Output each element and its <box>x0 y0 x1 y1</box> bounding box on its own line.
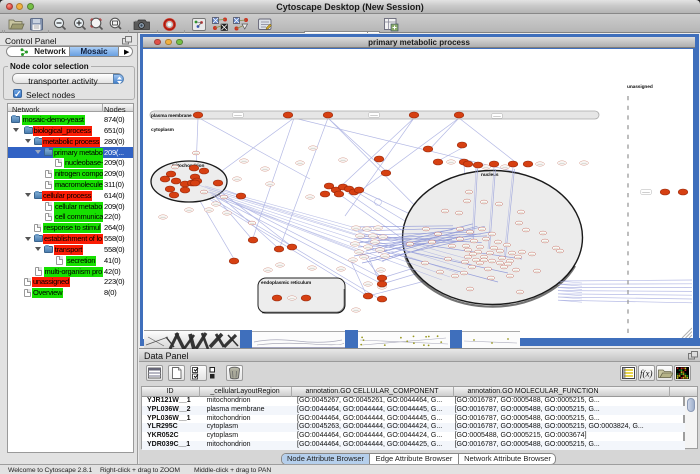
svg-text:plasma membrane: plasma membrane <box>151 113 192 119</box>
svg-text:nucleus: nucleus <box>481 172 499 178</box>
svg-text:endoplasmic reticulum: endoplasmic reticulum <box>261 280 311 286</box>
svg-text:f(x): f(x) <box>640 369 653 379</box>
svg-text:cytoplasm: cytoplasm <box>151 127 174 133</box>
svg-text:unassigned: unassigned <box>627 84 653 90</box>
